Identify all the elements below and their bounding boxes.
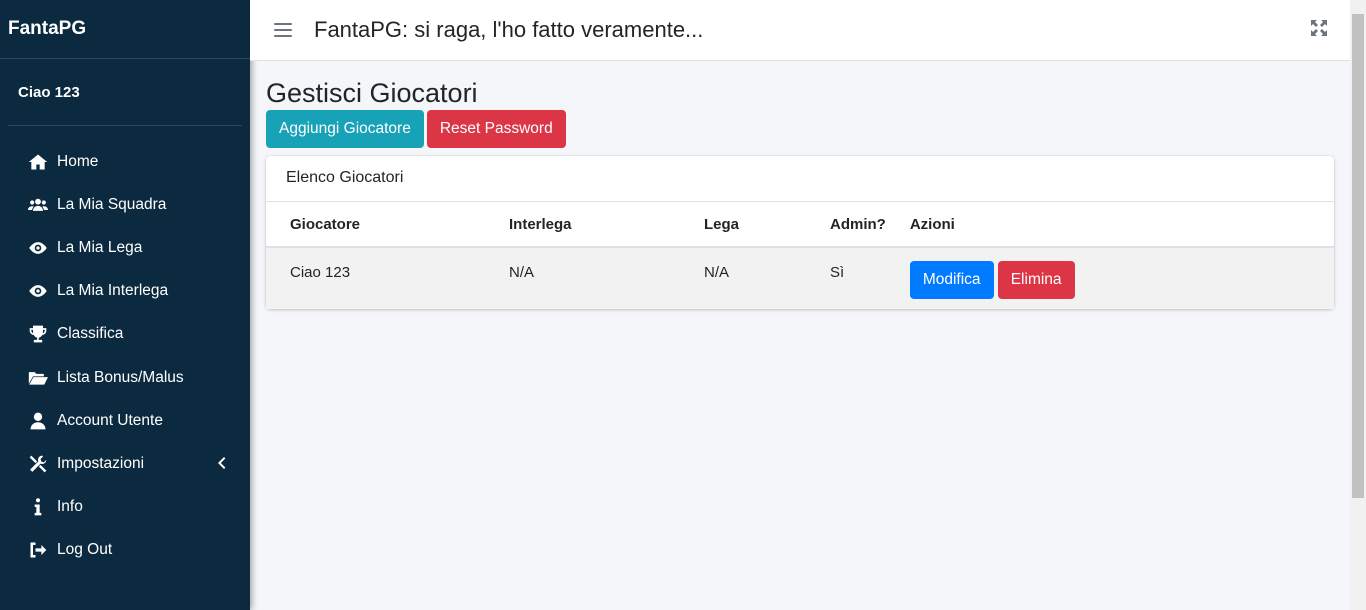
column-header-azioni: Azioni (885, 202, 1334, 248)
sidebar-item-impostazioni[interactable]: Impostazioni (0, 442, 250, 485)
user-name[interactable]: Ciao 123 (8, 59, 242, 126)
eye-icon (27, 280, 49, 302)
home-icon (27, 151, 49, 173)
page-title: Gestisci Giocatori (266, 78, 478, 108)
sidebar-item-account-utente[interactable]: Account Utente (0, 399, 250, 442)
sidebar-item-label: La Mia Lega (57, 238, 143, 256)
users-icon (27, 194, 49, 216)
column-header-interlega: Interlega (485, 202, 680, 248)
info-icon (27, 496, 49, 518)
eye-icon (27, 237, 49, 259)
add-player-button[interactable]: Aggiungi Giocatore (266, 110, 424, 148)
sidebar-item-info[interactable]: Info (0, 486, 250, 529)
scrollbar-thumb[interactable] (1352, 14, 1364, 498)
table-row: Ciao 123 N/A N/A Sì Modifica Elimina (266, 247, 1334, 309)
sidebar-item-label: Impostazioni (57, 454, 145, 472)
sidebar-item-la-mia-lega[interactable]: La Mia Lega (0, 226, 250, 269)
top-navbar: FantaPG: si raga, l'ho fatto veramente..… (250, 0, 1350, 61)
folder-open-icon (27, 367, 49, 389)
sidebar-item-label: La Mia Squadra (57, 195, 167, 213)
user-icon (27, 410, 49, 432)
sidebar-item-home[interactable]: Home (0, 140, 250, 183)
column-header-admin: Admin? (806, 202, 886, 248)
brand-logo[interactable]: FantaPG (0, 0, 250, 59)
reset-password-button[interactable]: Reset Password (426, 110, 566, 148)
sidebar-item-lista-bonus-malus[interactable]: Lista Bonus/Malus (0, 356, 250, 399)
sidebar-item-label: Classifica (57, 325, 124, 343)
card-title: Elenco Giocatori (266, 156, 1334, 202)
sidebar-item-la-mia-interlega[interactable]: La Mia Interlega (0, 270, 250, 313)
sidebar-item-classifica[interactable]: Classifica (0, 313, 250, 356)
column-header-giocatore: Giocatore (266, 202, 485, 248)
sidebar-item-la-mia-squadra[interactable]: La Mia Squadra (0, 183, 250, 226)
sidebar-item-log-out[interactable]: Log Out (0, 529, 250, 572)
hamburger-menu-icon[interactable] (274, 23, 292, 37)
players-card: Elenco Giocatori Giocatore Interlega Leg… (266, 156, 1334, 309)
header-title: FantaPG: si raga, l'ho fatto veramente..… (314, 17, 704, 42)
cell-giocatore: Ciao 123 (266, 247, 485, 309)
main-content: Gestisci Giocatori Aggiungi Giocatore Re… (266, 61, 1334, 309)
sidebar-item-label: Home (57, 152, 99, 170)
sidebar-item-label: La Mia Interlega (57, 282, 169, 300)
sidebar-item-label: Log Out (57, 541, 113, 559)
sidebar-item-label: Lista Bonus/Malus (57, 368, 184, 386)
delete-button[interactable]: Elimina (997, 261, 1075, 299)
sidebar: FantaPG Ciao 123 Home La Mia Squadra La … (0, 0, 250, 610)
column-header-lega: Lega (680, 202, 806, 248)
edit-button[interactable]: Modifica (909, 261, 994, 299)
fullscreen-icon[interactable] (1310, 19, 1328, 37)
players-table: Giocatore Interlega Lega Admin? Azioni C… (266, 202, 1334, 309)
page-scrollbar[interactable] (1350, 0, 1366, 610)
table-header-row: Giocatore Interlega Lega Admin? Azioni (266, 202, 1334, 248)
cell-interlega: N/A (485, 247, 680, 309)
sidebar-nav: Home La Mia Squadra La Mia Lega La Mia I… (0, 126, 250, 572)
sidebar-item-label: Account Utente (57, 411, 163, 429)
cell-lega: N/A (680, 247, 806, 309)
sidebar-item-label: Info (57, 498, 83, 516)
cell-azioni: Modifica Elimina (885, 247, 1334, 309)
action-buttons: Aggiungi Giocatore Reset Password (266, 110, 1334, 148)
tools-icon (27, 453, 49, 475)
cell-admin: Sì (806, 247, 886, 309)
chevron-left-icon[interactable] (216, 456, 226, 475)
trophy-icon (27, 323, 49, 345)
sign-out-icon (27, 539, 49, 561)
